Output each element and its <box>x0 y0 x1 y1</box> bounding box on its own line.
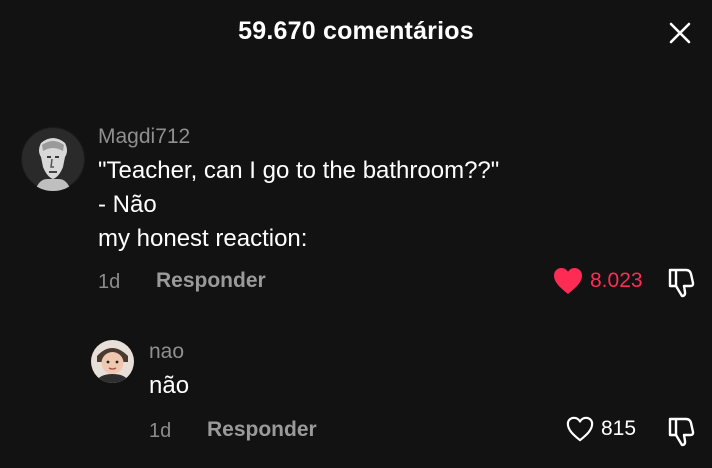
comment-body: não <box>149 369 189 403</box>
comment-time: 1d <box>98 271 121 293</box>
like-button[interactable]: 815 <box>565 415 636 443</box>
comment-time: 1d <box>149 420 172 442</box>
thumbs-down-icon <box>668 417 695 447</box>
heart-outline-icon <box>566 416 594 442</box>
comment-line: não <box>149 372 190 399</box>
avatar[interactable] <box>21 127 85 191</box>
heart-filled-icon <box>554 268 582 294</box>
reply-button[interactable]: Responder <box>207 418 317 442</box>
like-button[interactable]: 8.023 <box>552 266 643 296</box>
like-count: 815 <box>601 417 637 440</box>
like-count: 8.023 <box>590 269 643 292</box>
reply-button[interactable]: Responder <box>156 269 266 293</box>
comment-line: "Teacher, can I go to the bathroom??" <box>98 157 500 184</box>
comment-body: "Teacher, can I go to the bathroom??" - … <box>98 154 499 256</box>
comments-count-title: 59.670 comentários <box>238 17 474 45</box>
dislike-button[interactable] <box>666 266 696 303</box>
comment-username[interactable]: nao <box>149 340 184 364</box>
comment-username[interactable]: Magdi712 <box>98 125 190 149</box>
comment-line: my honest reaction: <box>98 225 308 252</box>
avatar[interactable] <box>91 340 134 383</box>
comment-line: - Não <box>98 191 157 218</box>
close-icon <box>669 22 691 44</box>
dislike-button[interactable] <box>666 415 696 452</box>
close-button[interactable] <box>666 19 694 47</box>
thumbs-down-icon <box>668 268 695 298</box>
